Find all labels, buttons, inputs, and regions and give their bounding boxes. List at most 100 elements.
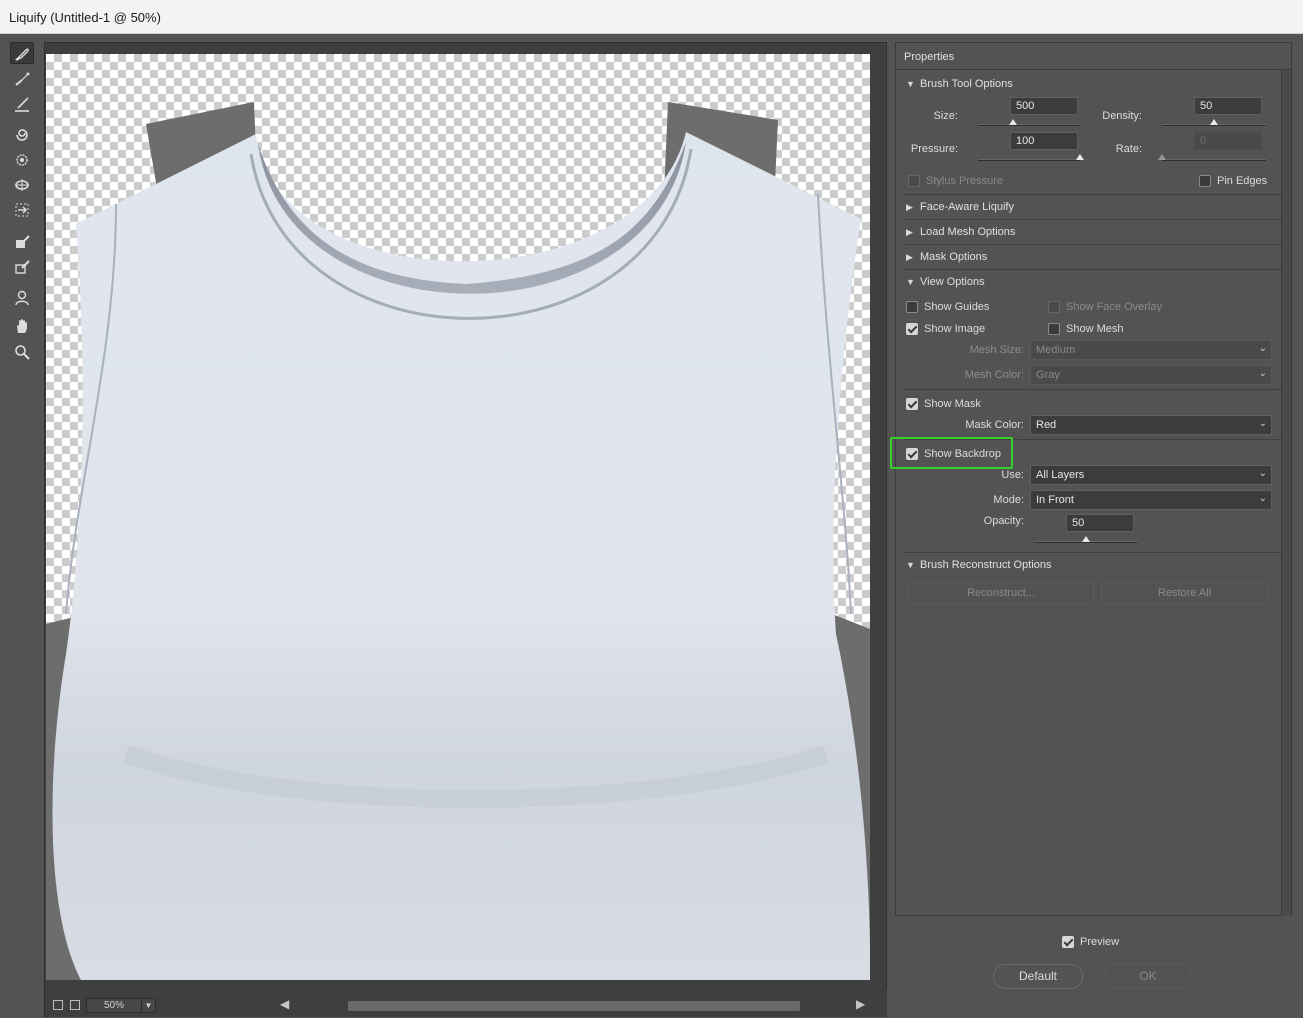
checkbox-box[interactable] — [1199, 175, 1211, 187]
hand-tool-icon[interactable] — [10, 315, 34, 337]
chevron-down-icon: ⌄ — [1258, 493, 1267, 504]
show-image-checkbox[interactable]: Show Image — [906, 321, 985, 337]
checkbox-box[interactable] — [906, 398, 918, 410]
checkbox-box[interactable] — [1048, 323, 1060, 335]
mask-color-value: Red — [1036, 419, 1057, 431]
mesh-size-value: Medium — [1036, 344, 1076, 356]
section-mask-options[interactable]: ▶ Mask Options — [896, 245, 1281, 269]
size-input[interactable]: 500 — [1010, 97, 1078, 115]
section-brush-reconstruct-options[interactable]: ▼ Brush Reconstruct Options — [896, 553, 1281, 577]
zoom-tool-icon[interactable] — [10, 341, 34, 363]
checkbox-box[interactable] — [1062, 936, 1074, 948]
section-label: Brush Tool Options — [920, 78, 1013, 90]
properties-title: Properties — [896, 43, 1291, 70]
properties-panel: Properties ▼ Brush Tool Options Size: 50… — [895, 42, 1292, 916]
opacity-input[interactable]: 50 — [1066, 514, 1134, 532]
preview-checkbox[interactable]: Preview — [1062, 934, 1119, 950]
use-select[interactable]: All Layers ⌄ — [1030, 465, 1272, 485]
smooth-tool-icon[interactable] — [10, 93, 34, 115]
actual-pixels-icon[interactable] — [70, 1000, 80, 1010]
size-slider-thumb[interactable] — [1008, 119, 1017, 125]
canvas-statusbar: 50% ▼ ◀ ▶ — [46, 989, 887, 1017]
preview-label: Preview — [1080, 936, 1120, 948]
reconstruct-tool-icon[interactable] — [10, 68, 34, 90]
triangle-down-icon: ▼ — [906, 79, 915, 89]
triangle-right-icon: ▶ — [906, 251, 913, 262]
show-mask-checkbox[interactable]: Show Mask — [906, 396, 981, 412]
checkbox-box[interactable] — [906, 323, 918, 335]
density-slider[interactable] — [1162, 119, 1266, 126]
density-slider-thumb[interactable] — [1210, 119, 1218, 125]
section-load-mesh-options[interactable]: ▶ Load Mesh Options — [896, 220, 1281, 244]
show-backdrop-highlight — [890, 437, 1013, 469]
opacity-slider-thumb[interactable] — [1082, 536, 1090, 542]
pin-edges-label: Pin Edges — [1217, 175, 1268, 187]
chevron-down-icon: ⌄ — [1258, 343, 1267, 354]
rate-slider — [1158, 154, 1266, 161]
rate-slider-thumb — [1158, 154, 1166, 160]
bloat-tool-icon[interactable] — [10, 174, 34, 196]
ok-button: OK — [1103, 964, 1193, 989]
section-label: Load Mesh Options — [920, 226, 1016, 238]
section-face-aware-liquify[interactable]: ▶ Face-Aware Liquify — [896, 195, 1281, 219]
show-face-overlay-label: Show Face Overlay — [1066, 301, 1162, 313]
push-left-tool-icon[interactable] — [10, 199, 34, 221]
show-face-overlay-checkbox: Show Face Overlay — [1048, 299, 1162, 315]
triangle-down-icon: ▼ — [906, 277, 915, 287]
mesh-size-select: Medium ⌄ — [1030, 340, 1272, 360]
section-brush-tool-options[interactable]: ▼ Brush Tool Options — [896, 72, 1281, 96]
show-image-label: Show Image — [924, 323, 986, 335]
twirl-clockwise-tool-icon[interactable] — [10, 124, 34, 146]
density-input[interactable]: 50 — [1194, 97, 1262, 115]
pucker-tool-icon[interactable] — [10, 149, 34, 171]
mesh-color-label: Mesh Color: — [964, 369, 1024, 381]
properties-scrollbar[interactable] — [1281, 70, 1291, 916]
section-label: View Options — [920, 276, 985, 288]
mode-label: Mode: — [993, 494, 1024, 506]
scrollbar-thumb[interactable] — [348, 1001, 800, 1011]
window-title: Liquify (Untitled-1 @ 50%) — [9, 10, 161, 25]
size-slider[interactable] — [978, 119, 1080, 126]
freeze-mask-tool-icon[interactable] — [10, 231, 34, 253]
fit-screen-icon[interactable] — [53, 1000, 63, 1010]
section-label: Mask Options — [920, 251, 988, 263]
show-mesh-label: Show Mesh — [1066, 323, 1124, 335]
thaw-mask-tool-icon[interactable] — [10, 256, 34, 278]
pin-edges-checkbox[interactable]: Pin Edges — [1199, 173, 1267, 189]
horizontal-scrollbar[interactable] — [296, 1001, 850, 1011]
window-titlebar: Liquify (Untitled-1 @ 50%) — [0, 0, 1303, 34]
show-guides-checkbox[interactable]: Show Guides — [906, 299, 989, 315]
triangle-down-icon: ▼ — [906, 560, 915, 570]
zoom-select[interactable]: 50% ▼ — [86, 998, 156, 1013]
face-tool-icon[interactable] — [10, 287, 34, 309]
mask-color-label: Mask Color: — [965, 419, 1024, 431]
mode-select[interactable]: In Front ⌄ — [1030, 490, 1272, 510]
preview-canvas-frame: 50% ▼ ◀ ▶ — [44, 42, 887, 1017]
chevron-down-icon: ⌄ — [1258, 368, 1267, 379]
chevron-down-icon: ⌄ — [1258, 468, 1267, 479]
rate-label: Rate: — [1115, 143, 1142, 155]
forward-warp-tool-icon[interactable] — [10, 42, 34, 64]
opacity-label: Opacity: — [983, 515, 1024, 527]
show-mask-label: Show Mask — [924, 398, 981, 410]
stylus-pressure-label: Stylus Pressure — [926, 175, 1004, 187]
density-label: Density: — [1102, 110, 1142, 122]
opacity-slider[interactable] — [1034, 536, 1138, 543]
liquify-dialog: 50% ▼ ◀ ▶ Properties ▼ Brush Tool Option… — [0, 34, 1303, 1018]
pressure-input[interactable]: 100 — [1010, 132, 1078, 150]
show-mesh-checkbox[interactable]: Show Mesh — [1048, 321, 1123, 337]
pressure-slider-thumb[interactable] — [1076, 154, 1084, 160]
tool-strip — [6, 42, 38, 1012]
checkbox-box[interactable] — [906, 301, 918, 313]
pressure-slider[interactable] — [978, 154, 1084, 161]
tank-top-image — [46, 102, 870, 980]
restore-all-button: Restore All — [1101, 582, 1268, 604]
mesh-color-value: Gray — [1036, 369, 1060, 381]
section-view-options[interactable]: ▼ View Options — [896, 270, 1281, 294]
mode-value: In Front — [1036, 494, 1074, 506]
mask-color-select[interactable]: Red ⌄ — [1030, 415, 1272, 435]
scroll-left-arrow-icon[interactable]: ◀ — [280, 997, 289, 1011]
scroll-right-arrow-icon[interactable]: ▶ — [856, 997, 865, 1011]
image-canvas[interactable] — [46, 54, 870, 980]
default-button[interactable]: Default — [993, 964, 1083, 989]
